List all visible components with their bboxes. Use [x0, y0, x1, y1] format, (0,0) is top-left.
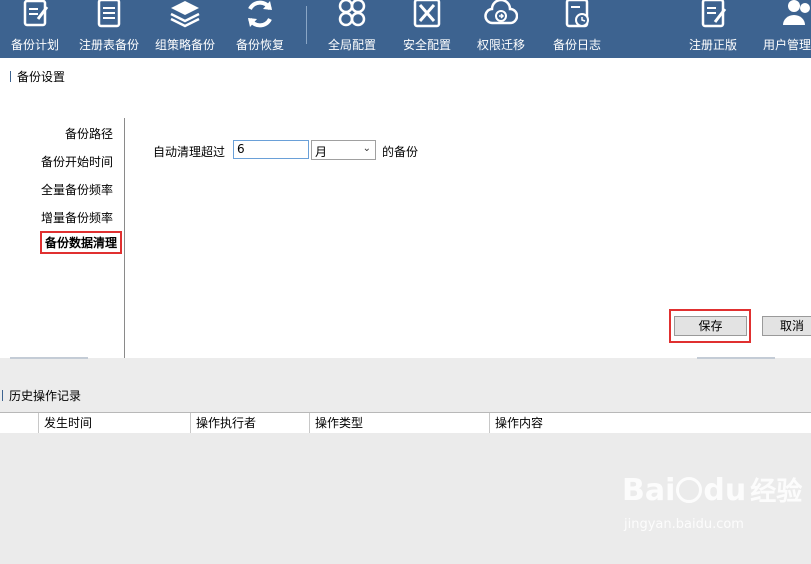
save-button[interactable]: 保存 — [674, 316, 747, 336]
toolbar-button-permission-migrate[interactable]: 权限迁移 — [470, 0, 532, 58]
toolbar-label: 备份恢复 — [235, 38, 284, 52]
cleanup-unit-select[interactable]: 月 ⌄ — [311, 140, 376, 160]
cleanup-label-before: 自动清理超过 — [153, 145, 226, 159]
toolbar-label: 安全配置 — [402, 38, 451, 52]
nav-item-full-backup-frequency[interactable]: 全量备份频率 — [41, 181, 113, 198]
toolbar-label: 备份计划 — [10, 38, 59, 52]
watermark-brand: Bai — [622, 473, 676, 508]
toolbar-label: 组策略备份 — [154, 38, 215, 52]
toolbar-button-registry-backup[interactable]: 注册表备份 — [76, 0, 142, 58]
toolbar-button-backup-plan[interactable]: 备份计划 — [0, 0, 70, 58]
toolbar-label: 注册表备份 — [78, 38, 139, 52]
toolbar-button-security-config[interactable]: 安全配置 — [396, 0, 458, 58]
watermark-brand-2: du — [703, 473, 747, 508]
register-icon — [701, 0, 727, 28]
watermark-url: jingyan.baidu.com — [624, 517, 744, 532]
global-config-icon — [338, 0, 366, 27]
security-config-icon — [413, 0, 441, 28]
toolbar-button-user-manage[interactable]: 用户管理 — [760, 0, 811, 58]
cleanup-unit-value: 月 — [315, 145, 328, 159]
toolbar-label: 注册正版 — [688, 38, 737, 52]
toolbar-label: 权限迁移 — [476, 38, 525, 52]
group-policy-icon — [170, 1, 200, 28]
cleanup-label-after: 的备份 — [382, 145, 419, 159]
toolbar-label: 备份日志 — [552, 38, 601, 52]
toolbar-label: 用户管理 — [763, 38, 811, 52]
column-header-operator[interactable]: 操作执行者 — [190, 413, 309, 433]
cancel-button[interactable]: 取消 — [762, 316, 811, 336]
permission-migrate-icon — [484, 0, 518, 25]
column-header-select[interactable] — [0, 413, 38, 433]
backup-log-icon — [565, 0, 589, 28]
toolbar-button-global-config[interactable]: 全局配置 — [320, 0, 384, 58]
nav-item-backup-data-cleanup[interactable]: 备份数据清理 — [39, 231, 122, 254]
toolbar-label: 全局配置 — [327, 38, 376, 52]
baidu-watermark: Bai du 经验 jingyan.baidu.com — [622, 473, 803, 533]
section-title-history: 历史操作记录 — [2, 387, 81, 404]
nav-item-backup-start-time[interactable]: 备份开始时间 — [41, 153, 113, 170]
panel-divider — [124, 118, 125, 358]
paw-icon — [676, 477, 703, 503]
chevron-down-icon: ⌄ — [362, 143, 371, 154]
toolbar-button-group-policy[interactable]: 组策略备份 — [152, 0, 218, 58]
column-header-time[interactable]: 发生时间 — [38, 413, 190, 433]
registry-backup-icon — [97, 0, 121, 28]
column-header-operation-type[interactable]: 操作类型 — [309, 413, 489, 433]
title-bar-marker — [10, 71, 11, 82]
nav-item-incremental-backup-frequency[interactable]: 增量备份频率 — [41, 209, 113, 226]
toolbar-separator — [306, 6, 307, 44]
toolbar-button-register[interactable]: 注册正版 — [682, 0, 744, 58]
backup-plan-icon — [23, 0, 49, 27]
title-bar-marker — [2, 390, 3, 401]
panel-edge — [10, 357, 88, 359]
history-table-header: 发生时间 操作执行者 操作类型 操作内容 — [0, 412, 811, 434]
nav-item-backup-path[interactable]: 备份路径 — [65, 125, 113, 142]
panel-edge — [697, 357, 775, 359]
watermark-cn: 经验 — [750, 477, 803, 507]
section-title-backup-settings: 备份设置 — [10, 68, 65, 85]
toolbar-button-restore[interactable]: 备份恢复 — [228, 0, 292, 58]
restore-icon — [248, 0, 272, 28]
user-manage-icon — [782, 0, 810, 25]
toolbar-button-backup-log[interactable]: 备份日志 — [545, 0, 609, 58]
cleanup-value-input[interactable]: 6 — [233, 140, 309, 159]
main-toolbar: 备份计划 注册表备份 组策略备份 备份恢复 全局配置 安全配置 权限迁移 备份日… — [0, 0, 811, 58]
column-header-operation-content[interactable]: 操作内容 — [489, 413, 811, 433]
